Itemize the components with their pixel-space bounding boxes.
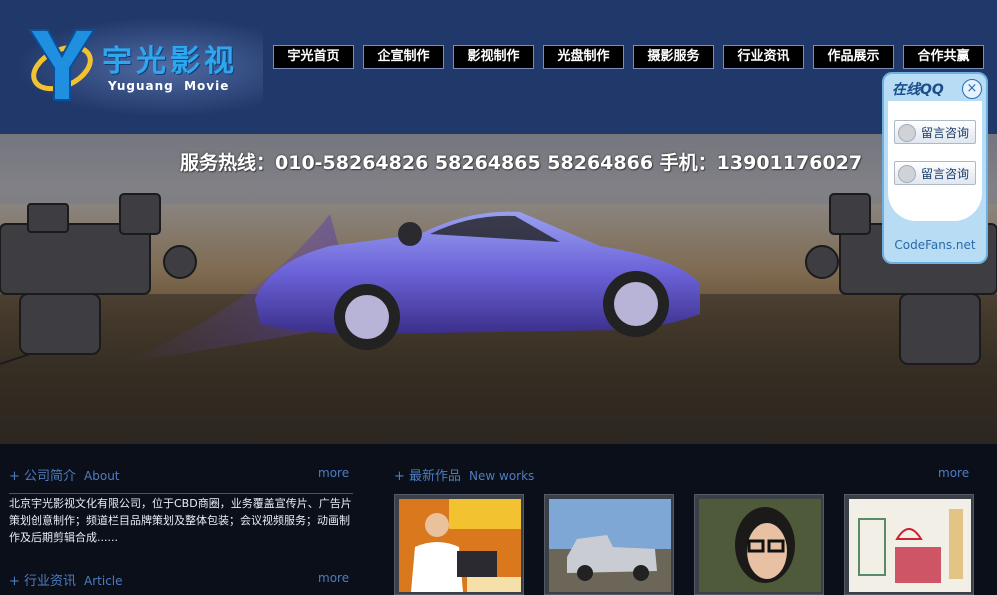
banner-scene-image (0, 134, 997, 444)
news-title: + 行业资讯 (9, 574, 77, 589)
about-section-heading: + 公司简介 About (9, 465, 120, 484)
works-title-en: New works (469, 469, 535, 483)
qq-message-button-2[interactable]: 留言咨询 (894, 161, 976, 185)
logo-english-name: Yuguang Movie (108, 79, 230, 93)
qq-widget-footer[interactable]: CodeFans.net (884, 238, 986, 252)
nav-item-corporate-promo[interactable]: 企宣制作 (363, 45, 444, 69)
about-more-link[interactable]: more (318, 466, 349, 480)
news-title-en: Article (84, 574, 123, 588)
nav-item-disc-production[interactable]: 光盘制作 (543, 45, 624, 69)
nav-item-film-production[interactable]: 影视制作 (453, 45, 534, 69)
work-thumbnail-2[interactable] (544, 494, 674, 595)
qq-button-label: 留言咨询 (921, 126, 970, 140)
pickup-truck-thumbnail-icon (549, 499, 671, 592)
drawing-thumbnail-icon (849, 499, 971, 592)
qq-close-icon[interactable]: × (962, 79, 982, 99)
work-thumbnail-1[interactable] (394, 494, 524, 595)
works-title: + 最新作品 (394, 469, 462, 484)
work-thumbnail-3[interactable] (694, 494, 824, 595)
hero-banner: 服务热线：010-58264826 58264865 58264866 手机：1… (0, 134, 997, 444)
qq-widget-title: 在线QQ (892, 82, 944, 98)
about-divider (9, 493, 353, 494)
works-section-heading: + 最新作品 New works (394, 465, 534, 484)
qq-button-label: 留言咨询 (921, 167, 970, 181)
logo-chinese-name: 宇光影视 (102, 44, 238, 79)
user-avatar-icon (898, 165, 916, 183)
service-hotline: 服务热线：010-58264826 58264865 58264866 手机：1… (180, 152, 863, 174)
news-section-heading: + 行业资讯 Article (9, 570, 123, 589)
woman-glasses-thumbnail-icon (699, 499, 821, 592)
site-logo[interactable]: 宇光影视 Yuguang Movie (18, 18, 263, 116)
work-thumbnail-4[interactable] (844, 494, 974, 595)
logo-y-icon (28, 29, 96, 101)
news-more-link[interactable]: more (318, 571, 349, 585)
presenter-thumbnail-icon (399, 499, 521, 592)
about-title-en: About (84, 469, 120, 483)
qq-message-button-1[interactable]: 留言咨询 (894, 120, 976, 144)
about-title: + 公司简介 (9, 469, 77, 484)
nav-item-industry-news[interactable]: 行业资讯 (723, 45, 804, 69)
works-more-link[interactable]: more (938, 466, 969, 480)
user-avatar-icon (898, 124, 916, 142)
nav-item-works[interactable]: 作品展示 (813, 45, 894, 69)
nav-item-cooperation[interactable]: 合作共赢 (903, 45, 984, 69)
content-area: + 公司简介 About more 北京宇光影视文化有限公司，位于CBD商圈，业务… (0, 444, 997, 595)
site-header: 宇光影视 Yuguang Movie 宇光首页 企宣制作 影视制作 光盘制作 摄… (0, 0, 997, 134)
about-description: 北京宇光影视文化有限公司，位于CBD商圈，业务覆盖宣传片、广告片策划创意制作；频… (9, 497, 352, 544)
online-qq-widget: 在线QQ × 留言咨询 留言咨询 CodeFans.net (882, 72, 988, 264)
nav-item-home[interactable]: 宇光首页 (273, 45, 354, 69)
nav-item-photography[interactable]: 摄影服务 (633, 45, 714, 69)
qq-widget-body: 留言咨询 留言咨询 (888, 101, 982, 221)
